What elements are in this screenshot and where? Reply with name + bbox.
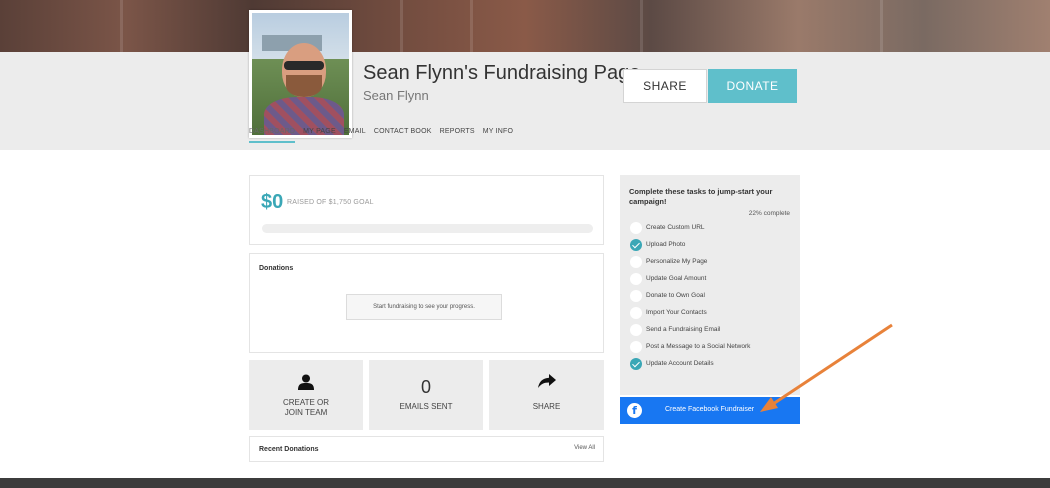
tasks-percent-complete: 22% complete: [748, 210, 790, 217]
empty-circle-icon: [630, 256, 642, 268]
empty-circle-icon: [630, 307, 642, 319]
task-label: Personalize My Page: [646, 258, 708, 265]
footer-bar: [0, 478, 1050, 488]
donate-button[interactable]: DONATE: [708, 69, 797, 103]
header-banner-image: [0, 0, 1050, 52]
tab-dashboard[interactable]: DASHBOARD: [249, 128, 296, 143]
task-item[interactable]: Send a Fundraising Email: [630, 324, 800, 341]
empty-circle-icon: [630, 222, 642, 234]
create-join-team-label-2: JOIN TEAM: [284, 408, 328, 417]
tab-reports[interactable]: REPORTS: [440, 128, 475, 143]
donations-empty-message: Start fundraising to see your progress.: [346, 294, 502, 320]
task-item[interactable]: Post a Message to a Social Network: [630, 341, 800, 358]
emails-sent-label: EMAILS SENT: [399, 402, 453, 411]
tasks-title: Complete these tasks to jump-start your …: [629, 187, 773, 206]
donations-title: Donations: [259, 265, 294, 272]
task-label: Post a Message to a Social Network: [646, 343, 751, 350]
facebook-icon: f: [627, 403, 642, 418]
task-item[interactable]: Update Goal Amount: [630, 273, 800, 290]
task-label: Update Goal Amount: [646, 275, 707, 282]
task-item[interactable]: Donate to Own Goal: [630, 290, 800, 307]
emails-sent-tile: 0 EMAILS SENT: [369, 360, 483, 430]
share-arrow-icon: [537, 374, 556, 388]
task-list: Create Custom URL Upload Photo Personalize…: [630, 222, 800, 375]
fundraiser-name: Sean Flynn: [363, 88, 429, 103]
raised-card: $0 RAISED OF $1,750 GOAL: [249, 175, 604, 245]
task-label: Update Account Details: [646, 360, 714, 367]
recent-donations-title: Recent Donations: [259, 446, 319, 453]
task-item[interactable]: Personalize My Page: [630, 256, 800, 273]
raised-goal-text: RAISED OF $1,750 GOAL: [287, 199, 374, 206]
task-label: Upload Photo: [646, 241, 686, 248]
share-tile-label: SHARE: [532, 402, 561, 411]
tab-my-page[interactable]: MY PAGE: [303, 128, 336, 143]
tab-my-info[interactable]: MY INFO: [483, 128, 513, 143]
share-button[interactable]: SHARE: [623, 69, 707, 103]
task-item[interactable]: Update Account Details: [630, 358, 800, 375]
donations-card: Donations Start fundraising to see your …: [249, 253, 604, 353]
empty-circle-icon: [630, 290, 642, 302]
emails-sent-count: 0: [420, 377, 431, 397]
tasks-panel: Complete these tasks to jump-start your …: [620, 175, 800, 395]
tab-email[interactable]: EMAIL: [344, 128, 366, 143]
person-icon: [298, 374, 314, 390]
task-item[interactable]: Upload Photo: [630, 239, 800, 256]
task-label: Import Your Contacts: [646, 309, 707, 316]
create-join-team-tile[interactable]: CREATE OR JOIN TEAM: [249, 360, 363, 430]
task-label: Donate to Own Goal: [646, 292, 705, 299]
create-join-team-label-1: CREATE OR: [282, 398, 330, 407]
checkmark-icon: [630, 239, 642, 251]
task-label: Create Custom URL: [646, 224, 705, 231]
task-label: Send a Fundraising Email: [646, 326, 721, 333]
recent-donations-card: Recent Donations View All: [249, 436, 604, 462]
empty-circle-icon: [630, 341, 642, 353]
page-title: Sean Flynn's Fundraising Page: [363, 62, 641, 84]
share-tile[interactable]: SHARE: [489, 360, 604, 430]
task-item[interactable]: Import Your Contacts: [630, 307, 800, 324]
task-item[interactable]: Create Custom URL: [630, 222, 800, 239]
tab-contact-book[interactable]: CONTACT BOOK: [374, 128, 432, 143]
empty-circle-icon: [630, 273, 642, 285]
main-nav: DASHBOARD MY PAGE EMAIL CONTACT BOOK REP…: [249, 128, 521, 143]
create-facebook-fundraiser-button[interactable]: f Create Facebook Fundraiser: [620, 397, 800, 424]
view-all-link[interactable]: View All: [574, 445, 595, 451]
profile-photo: [249, 10, 352, 138]
empty-circle-icon: [630, 324, 642, 336]
goal-progress-bar: [262, 224, 593, 233]
checkmark-icon: [630, 358, 642, 370]
raised-amount: $0: [261, 191, 284, 213]
facebook-button-label: Create Facebook Fundraiser: [665, 406, 755, 413]
